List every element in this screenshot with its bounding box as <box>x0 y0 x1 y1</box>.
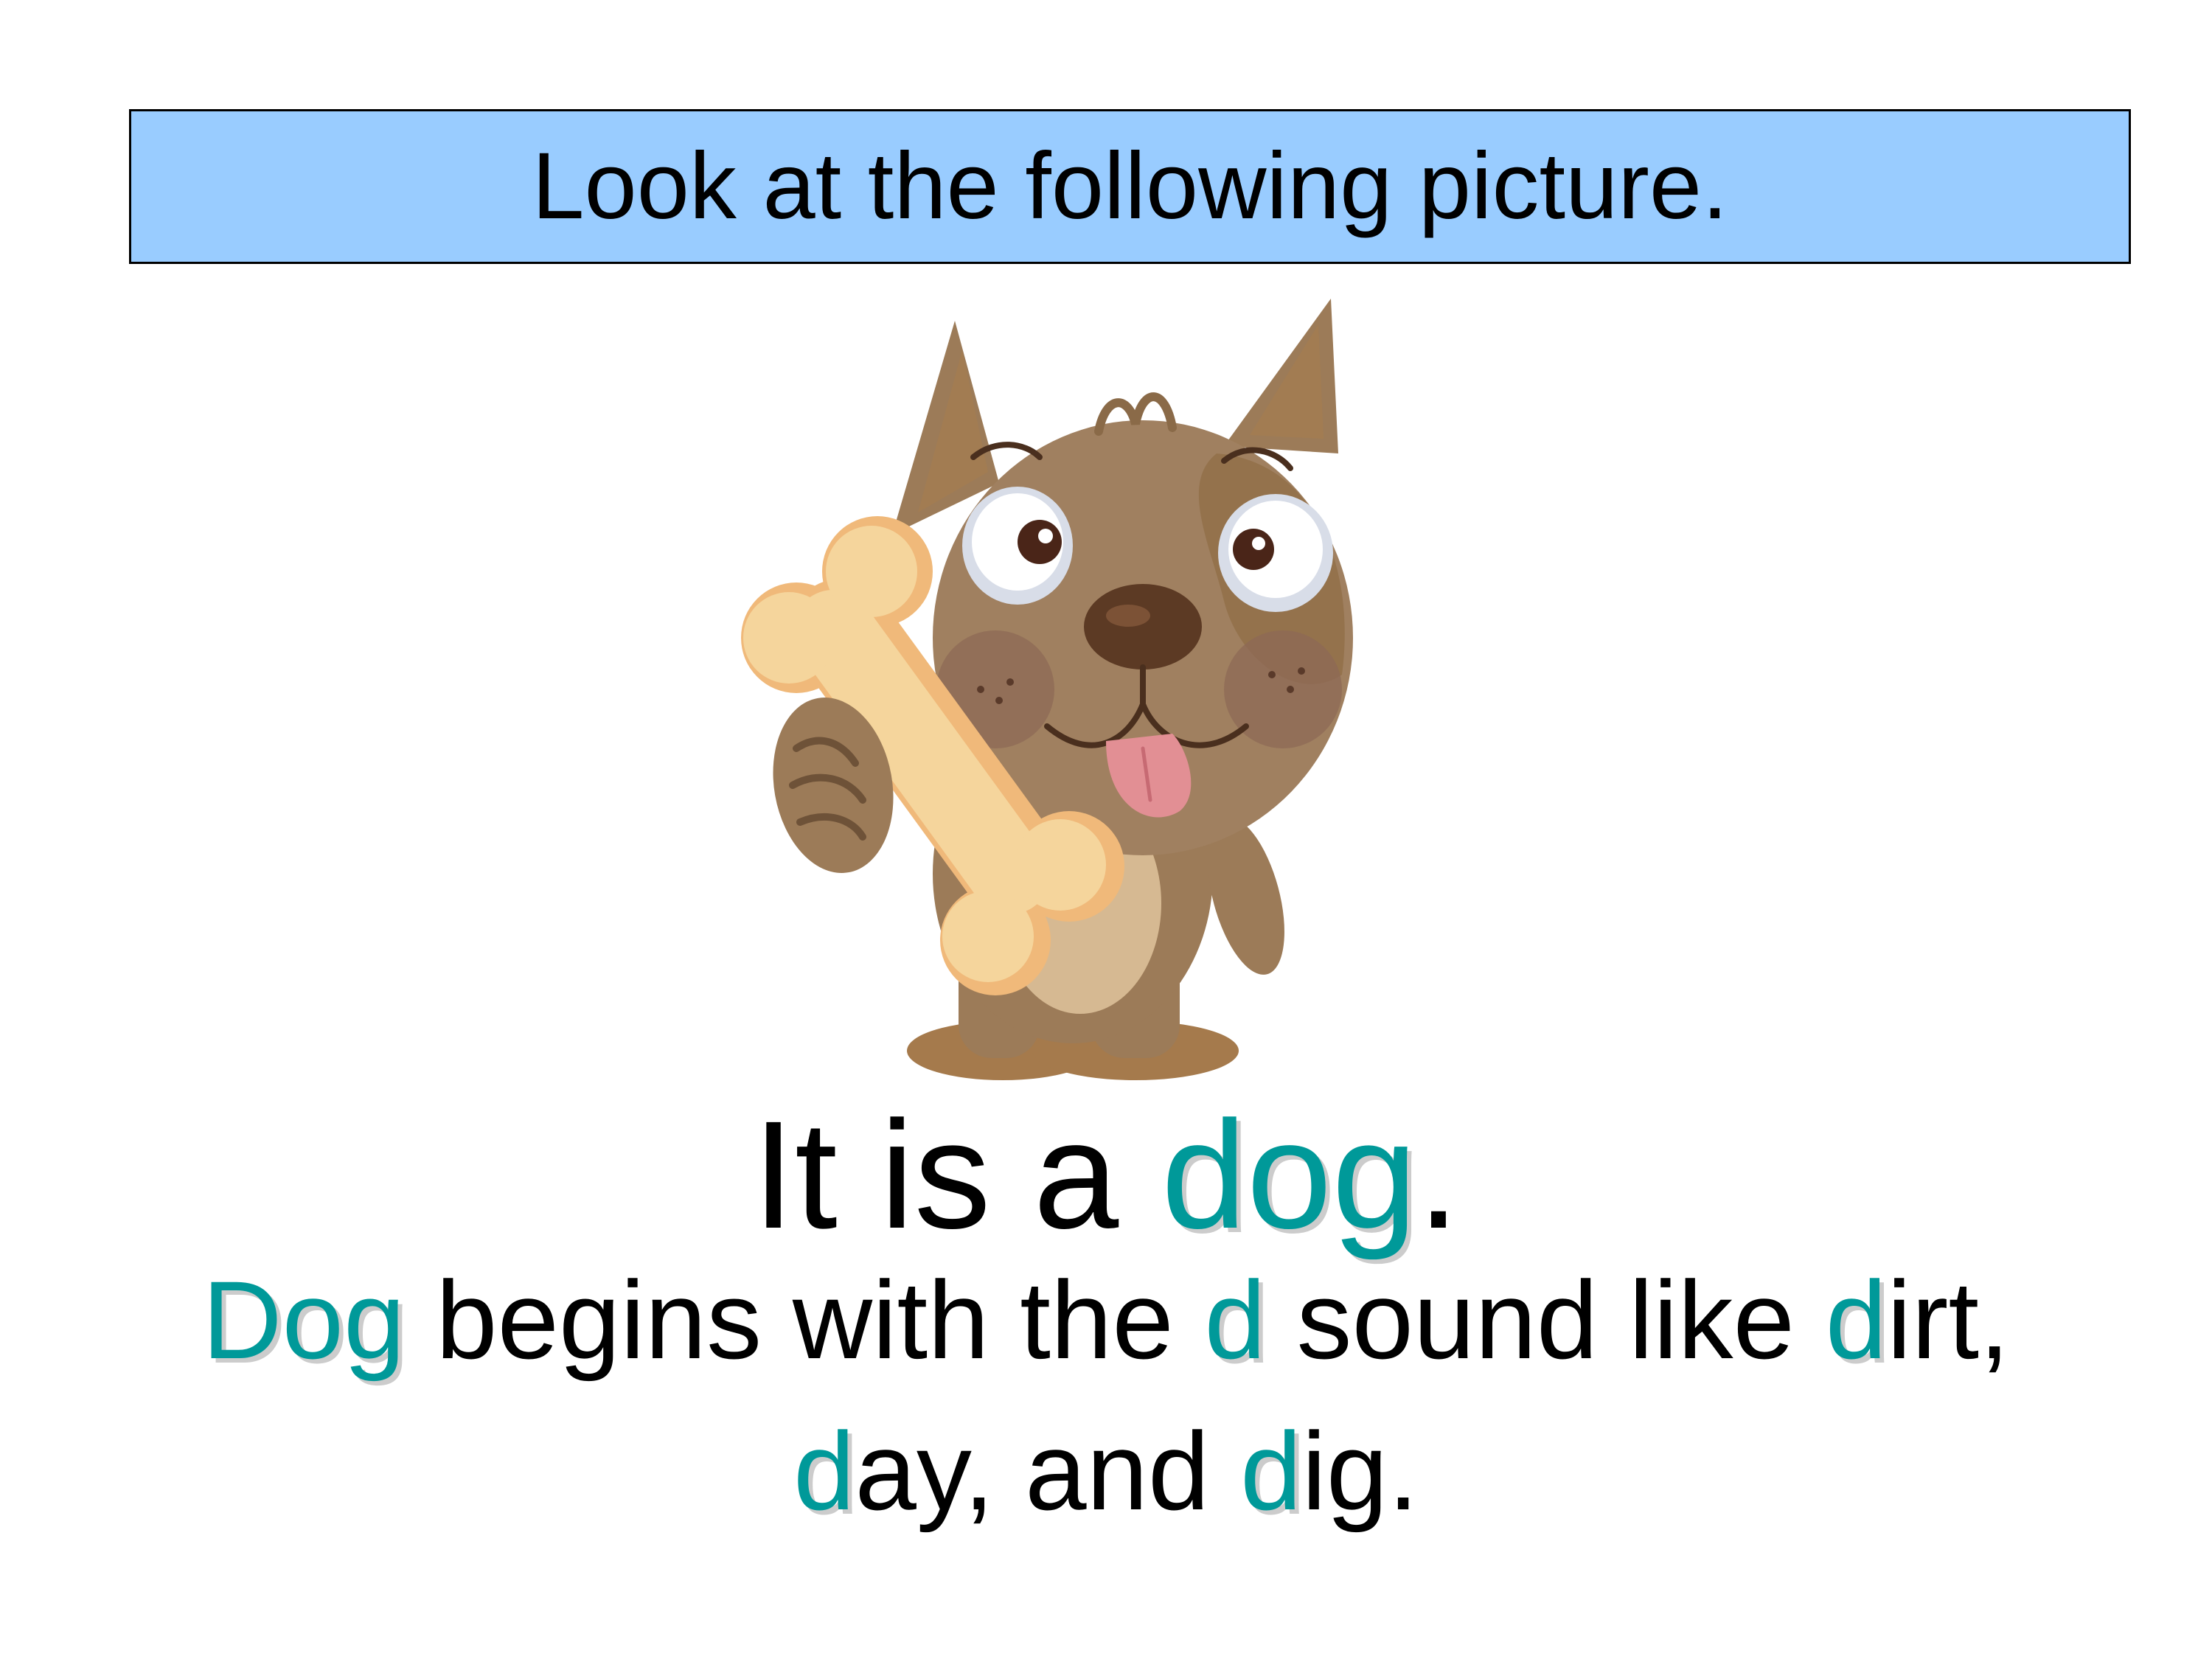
phonics-line-2: day, and dig. <box>0 1416 2212 1526</box>
dog-icon <box>741 299 1353 1080</box>
sentence-line: It is a dog. <box>0 1099 2212 1252</box>
phonics-letter: d <box>1204 1258 1266 1382</box>
dog-right-pupil <box>1233 529 1274 570</box>
slide: Look at the following picture. It is a d… <box>0 0 2212 1659</box>
phonics-line-1: Dog begins with the d sound like dirt, <box>0 1265 2212 1375</box>
dog-nose <box>1084 584 1202 669</box>
phonics-text-1: begins with the <box>405 1258 1205 1382</box>
example-3-letter: d <box>1240 1409 1302 1533</box>
sentence-prefix: It is a <box>752 1090 1161 1261</box>
title-box: Look at the following picture. <box>129 109 2131 264</box>
phonics-text-2: sound like <box>1265 1258 1826 1382</box>
example-1-letter: d <box>1825 1258 1888 1382</box>
sentence-suffix: . <box>1417 1090 1460 1261</box>
dog-illustration <box>708 291 1386 1084</box>
phonics-word: Dog <box>202 1258 406 1382</box>
slide-title: Look at the following picture. <box>532 133 1728 239</box>
example-3-rest: ig. <box>1301 1409 1419 1533</box>
dog-left-pupil <box>1018 520 1062 564</box>
keyword-dog: dog <box>1161 1090 1418 1261</box>
example-1-rest: irt, <box>1887 1258 2010 1382</box>
dog-right-ear-inner <box>1250 324 1324 439</box>
example-2-letter: d <box>793 1409 855 1533</box>
example-2-rest: ay, and <box>855 1409 1241 1533</box>
